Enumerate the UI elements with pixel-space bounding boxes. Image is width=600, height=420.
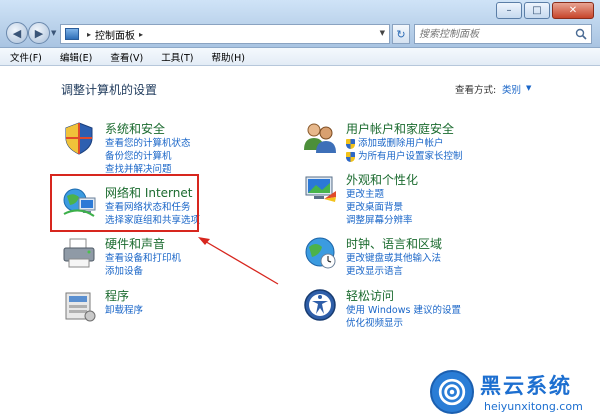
highlight-box [50,174,199,232]
category-title[interactable]: 硬件和声音 [105,235,165,252]
watermark-url: heiyunxitong.com [484,400,583,413]
refresh-icon: ↻ [396,27,406,41]
category-title[interactable]: 轻松访问 [346,287,394,304]
link-backup-computer[interactable]: 备份您的计算机 [105,150,191,163]
link-screen-resolution[interactable]: 调整屏幕分辨率 [346,214,413,227]
link-optimize-display[interactable]: 优化视频显示 [346,317,461,330]
programs-icon[interactable] [61,287,97,323]
forward-button[interactable]: ▶ [28,22,50,44]
menu-bar: 文件(F) 编辑(E) 查看(V) 工具(T) 帮助(H) [0,48,600,66]
link-windows-recommended[interactable]: 使用 Windows 建议的设置 [346,304,461,317]
category-title[interactable]: 时钟、语言和区域 [346,235,442,252]
search-input[interactable] [415,25,565,43]
link-add-device[interactable]: 添加设备 [105,265,181,278]
breadcrumb-control-panel[interactable]: 控制面板 [95,27,135,42]
category-title[interactable]: 程序 [105,287,129,304]
arrow-right-icon: ▶ [34,26,44,40]
recent-pages-dropdown[interactable]: ▼ [51,29,56,37]
breadcrumb-separator[interactable]: ▸ [139,30,143,39]
refresh-button[interactable]: ↻ [392,24,410,44]
menu-tools[interactable]: 工具(T) [161,50,193,64]
menu-help[interactable]: 帮助(H) [211,50,245,64]
link-uninstall-program[interactable]: 卸载程序 [105,304,143,317]
category-title[interactable]: 用户帐户和家庭安全 [346,120,454,137]
link-change-keyboard[interactable]: 更改键盘或其他输入法 [346,252,441,265]
minimize-button[interactable]: – [496,2,522,19]
search-box[interactable] [414,24,592,44]
menu-view[interactable]: 查看(V) [110,50,143,64]
link-add-remove-accounts[interactable]: 添加或删除用户帐户 [346,137,463,150]
menu-edit[interactable]: 编辑(E) [60,50,92,64]
link-view-computer-status[interactable]: 查看您的计算机状态 [105,137,191,150]
close-button[interactable]: ✕ [552,2,594,19]
arrow-left-icon: ◀ [12,26,22,40]
users-icon[interactable] [302,120,338,156]
shield-icon[interactable] [61,120,97,156]
back-button[interactable]: ◀ [6,22,28,44]
page-title: 调整计算机的设置 [61,83,158,97]
window-titlebar: – □ ✕ ◀ ▶ ▼ ▸ 控制面板 ▸ ▼ ↻ [0,0,600,48]
view-by-label: 查看方式: [455,85,497,96]
clock-globe-icon[interactable] [302,235,338,271]
category-title[interactable]: 系统和安全 [105,120,165,137]
watermark-title: 黑云系统 [480,374,572,398]
maximize-button[interactable]: □ [524,2,550,19]
link-change-theme[interactable]: 更改主题 [346,188,413,201]
view-by-dropdown[interactable]: 类别 [502,82,521,96]
link-display-language[interactable]: 更改显示语言 [346,265,441,278]
appearance-icon[interactable] [302,171,338,207]
breadcrumb-separator: ▸ [87,29,92,39]
printer-icon[interactable] [61,235,97,271]
link-devices-printers[interactable]: 查看设备和打印机 [105,252,181,265]
window-controls: – □ ✕ [494,2,594,19]
control-panel-icon [65,28,79,40]
category-title[interactable]: 外观和个性化 [346,171,418,188]
heiyun-logo-icon [430,370,474,414]
chevron-down-icon[interactable]: ▼ [380,29,385,37]
chevron-down-icon[interactable]: ▼ [526,84,531,92]
address-bar[interactable]: ▸ 控制面板 ▸ ▼ [60,24,390,44]
watermark: 黑云系统 heiyunxitong.com [430,370,600,420]
link-change-background[interactable]: 更改桌面背景 [346,201,413,214]
ease-of-access-icon[interactable] [302,287,338,323]
menu-file[interactable]: 文件(F) [10,50,42,64]
link-parental-controls[interactable]: 为所有用户设置家长控制 [346,150,463,163]
search-icon[interactable] [575,28,587,40]
